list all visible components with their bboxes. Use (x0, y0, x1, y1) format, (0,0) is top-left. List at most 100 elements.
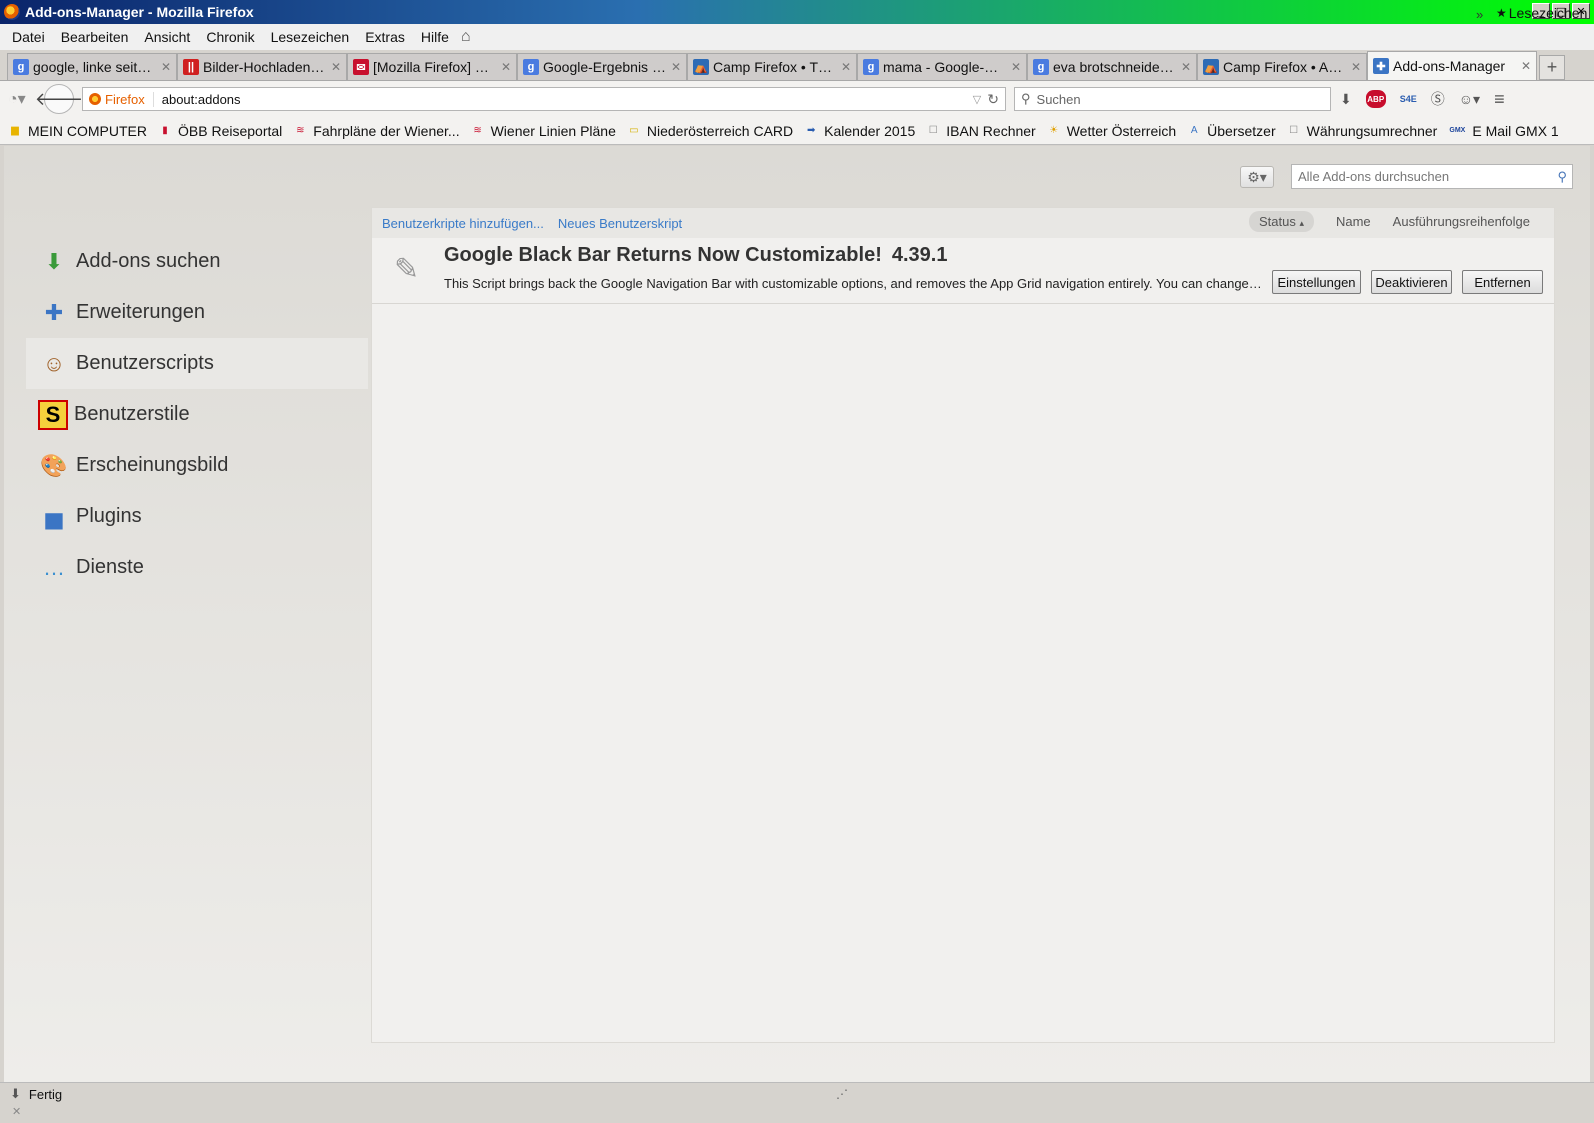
reload-icon[interactable]: ↻ (987, 91, 999, 108)
menu-chronik[interactable]: Chronik (206, 29, 254, 45)
menu-extras[interactable]: Extras (365, 29, 405, 45)
search-placeholder[interactable]: Suchen (1037, 92, 1081, 107)
bookmark-item[interactable]: ▮ ÖBB Reiseportal (158, 123, 282, 139)
greasemonkey-icon: ☺ (42, 350, 66, 376)
category-label: Plugins (76, 505, 142, 527)
bookmark-item[interactable]: ▆ MEIN COMPUTER (8, 123, 147, 139)
addons-search-input[interactable]: Alle Add-ons durchsuchen ⚲ (1291, 164, 1573, 189)
adblock-plus-icon[interactable]: ABP (1365, 90, 1386, 108)
greasemonkey-toolbar-icon[interactable]: ☺▾ (1459, 91, 1480, 108)
settings-button[interactable]: Einstellungen (1272, 270, 1361, 294)
close-findbar-icon[interactable]: ✕ (12, 1106, 21, 1118)
bookmark-item[interactable]: ☐ IBAN Rechner (926, 123, 1036, 139)
menu-hilfe[interactable]: Hilfe (421, 29, 449, 45)
bookmark-label: ÖBB Reiseportal (178, 122, 283, 139)
tab-6[interactable]: geva brotschneidema... ✕ (1027, 53, 1197, 80)
bookmark-item[interactable]: ➡ Kalender 2015 (804, 123, 915, 139)
resize-grip-icon[interactable]: ⋰ (836, 1087, 848, 1101)
addon-item[interactable]: ✎ Google Black Bar Returns Now Customiza… (372, 238, 1554, 304)
bookmarks-menu-button[interactable]: ★ Lesezeichen (1496, 5, 1587, 21)
menu-lesezeichen[interactable]: Lesezeichen (271, 29, 350, 45)
arrow-icon: ➡ (806, 125, 816, 136)
sort-order-button[interactable]: Ausführungsreihenfolge (1393, 214, 1530, 229)
menu-bearbeiten[interactable]: Bearbeiten (61, 29, 129, 45)
tab-close-icon[interactable]: ✕ (1181, 60, 1191, 74)
bookmark-star-icon: ★ (1496, 6, 1507, 20)
oebb-icon: ▮ (162, 125, 168, 136)
identity-label: Firefox (105, 91, 145, 107)
addon-description: This Script brings back the Google Navig… (444, 276, 1264, 291)
download-icon: ⬇ (44, 248, 64, 274)
download-status-icon: ⬇ (10, 1086, 21, 1101)
palette-icon: 🎨 (40, 452, 68, 478)
firefox-logo-icon (4, 4, 20, 20)
tab-3[interactable]: g Google-Ergebnis für... ✕ (517, 53, 687, 80)
bookmark-item[interactable]: ≋ Fahrpläne der Wiener... (293, 123, 460, 139)
translate-icon: A (1190, 125, 1198, 136)
identity-box[interactable]: Firefox (83, 91, 154, 107)
search-bar[interactable]: ⚲ Suchen (1014, 87, 1331, 111)
hamburger-menu-icon[interactable]: ≡ (1494, 89, 1505, 110)
back-button[interactable]: 🡐 (35, 84, 83, 114)
tab-close-icon[interactable]: ✕ (501, 60, 511, 74)
menu-ansicht[interactable]: Ansicht (144, 29, 190, 45)
tab-5[interactable]: g mama - Google-Suc... ✕ (857, 53, 1027, 80)
card-icon: ▭ (629, 125, 639, 136)
add-userscripts-link[interactable]: Benutzerkripte hinzufügen... (382, 216, 544, 231)
tab-close-icon[interactable]: ✕ (1011, 60, 1021, 74)
tab-label: Camp Firefox • The... (713, 59, 837, 75)
sort-buttons: Status ▴ Name Ausführungsreihenfolge (1248, 211, 1530, 232)
tab-7[interactable]: ⛺ Camp Firefox • Ant... ✕ (1197, 53, 1367, 80)
home-icon[interactable]: ⌂ (461, 28, 471, 46)
search-icon: ⚲ (1021, 91, 1031, 106)
bookmark-label: Niederösterreich CARD (646, 122, 794, 139)
remove-button[interactable]: Entfernen (1462, 270, 1543, 294)
tab-close-icon[interactable]: ✕ (841, 60, 851, 74)
tab-close-icon[interactable]: ✕ (331, 60, 341, 74)
tab-close-icon[interactable]: ✕ (1351, 60, 1361, 74)
tab-0[interactable]: g google, linke seite, f... ✕ (7, 53, 177, 80)
category-puzzle[interactable]: ✚ Erweiterungen (26, 287, 368, 338)
addons-search-placeholder[interactable]: Alle Add-ons durchsuchen (1298, 169, 1449, 184)
gear-icon: ⚙▾ (1247, 168, 1267, 185)
category-stylish[interactable]: S Benutzerstile (26, 389, 368, 440)
bookmark-item[interactable]: A Übersetzer (1187, 123, 1276, 139)
category-download[interactable]: ⬇ Add-ons suchen (26, 236, 368, 287)
bookmark-item[interactable]: ≋ Wiener Linien Pläne (471, 123, 616, 139)
tab-close-icon[interactable]: ✕ (161, 60, 171, 74)
url-input[interactable]: about:addons (154, 92, 973, 107)
s4e-icon[interactable]: S4E (1400, 94, 1417, 104)
sort-status-button[interactable]: Status ▴ (1248, 211, 1314, 232)
chat-icon: … (43, 554, 65, 580)
menu-datei[interactable]: Datei (12, 29, 45, 45)
history-icon[interactable]: ◔▾ (8, 89, 36, 109)
category-chat[interactable]: … Dienste (26, 542, 368, 593)
tab-close-icon[interactable]: ✕ (671, 60, 681, 74)
google-icon: g (13, 59, 29, 75)
tab-2[interactable]: ✉ [Mozilla Firefox] Fir... ✕ (347, 53, 517, 80)
category-label: Add-ons suchen (76, 250, 221, 272)
tab-1[interactable]: || Bilder-Hochladen.net ✕ (177, 53, 347, 80)
bookmark-item[interactable]: ☐ Währungsumrechner (1287, 123, 1437, 139)
tools-gear-button[interactable]: ⚙▾ (1240, 166, 1274, 188)
url-dropdown-icon[interactable]: ▽ (973, 93, 981, 106)
new-userscript-link[interactable]: Neues Benutzerskript (558, 216, 682, 231)
download-arrow-icon[interactable]: ⬇ (1340, 91, 1352, 108)
url-bar[interactable]: Firefox about:addons ▽ ↻ (82, 87, 1006, 111)
bookmark-item[interactable]: ▭ Niederösterreich CARD (627, 123, 793, 139)
category-palette[interactable]: 🎨 Erscheinungsbild (26, 440, 368, 491)
bookmark-item[interactable]: GMX E Mail GMX 1 (1448, 123, 1558, 139)
disable-button[interactable]: Deaktivieren (1371, 270, 1452, 294)
category-label: Erscheinungsbild (76, 454, 229, 476)
bookmark-item[interactable]: ☀ Wetter Österreich (1047, 123, 1176, 139)
sort-name-button[interactable]: Name (1336, 214, 1371, 229)
addon-version: 4.39.1 (891, 244, 948, 266)
tab-8[interactable]: ✚ Add-ons-Manager ✕ (1367, 51, 1537, 80)
category-plugin[interactable]: ▅ Plugins (26, 491, 368, 542)
stylish-toolbar-icon[interactable]: Ⓢ (1431, 89, 1445, 109)
new-tab-button[interactable]: + (1539, 55, 1565, 80)
category-greasemonkey[interactable]: ☺ Benutzerscripts (26, 338, 368, 389)
tab-close-icon[interactable]: ✕ (1521, 59, 1531, 73)
tab-4[interactable]: ⛺ Camp Firefox • The... ✕ (687, 53, 857, 80)
bookmarks-overflow-icon[interactable]: » (1476, 7, 1483, 22)
